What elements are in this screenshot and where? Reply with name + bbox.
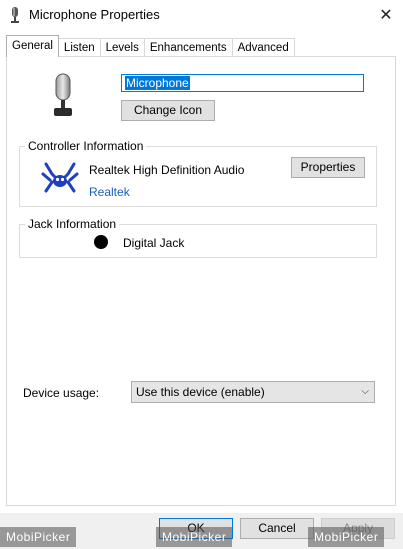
general-panel (6, 56, 396, 506)
cancel-button[interactable]: Cancel (240, 518, 314, 539)
title-bar: Microphone Properties ✕ (0, 0, 403, 30)
jack-dot-icon (94, 235, 108, 249)
tab-general[interactable]: General (6, 35, 59, 57)
close-button[interactable]: ✕ (369, 0, 403, 30)
jack-information-group: Jack Information (19, 217, 377, 258)
jack-type-label: Digital Jack (123, 236, 185, 250)
microphone-icon (11, 7, 19, 23)
controller-information-legend: Controller Information (25, 139, 147, 153)
tab-listen[interactable]: Listen (57, 38, 101, 57)
controller-properties-button[interactable]: Properties (291, 157, 365, 178)
watermark-logo: MobiPicker (0, 527, 77, 547)
watermark-logo: MobiPicker (156, 527, 233, 547)
device-usage-value: Use this device (enable) (136, 385, 265, 399)
device-usage-select[interactable]: Use this device (enable) ⌵ (131, 381, 375, 403)
device-name-input[interactable]: Microphone (121, 74, 364, 92)
watermark-logo: MobiPicker (308, 527, 385, 547)
tab-levels[interactable]: Levels (99, 38, 145, 57)
jack-information-legend: Jack Information (25, 217, 120, 231)
close-icon: ✕ (379, 7, 393, 24)
window-title: Microphone Properties (29, 7, 160, 22)
microphone-device-icon (54, 73, 72, 116)
change-icon-button[interactable]: Change Icon (121, 100, 215, 121)
controller-name: Realtek High Definition Audio (89, 163, 245, 177)
device-usage-label: Device usage: (23, 386, 100, 400)
controller-vendor-link[interactable]: Realtek (89, 185, 130, 199)
tab-advanced[interactable]: Advanced (231, 38, 295, 57)
device-name-text: Microphone (125, 76, 190, 90)
tab-enhancements[interactable]: Enhancements (143, 38, 233, 57)
chevron-down-icon: ⌵ (361, 386, 369, 397)
realtek-crab-icon (41, 162, 79, 193)
tab-strip: General Listen Levels Enhancements Advan… (6, 35, 295, 57)
